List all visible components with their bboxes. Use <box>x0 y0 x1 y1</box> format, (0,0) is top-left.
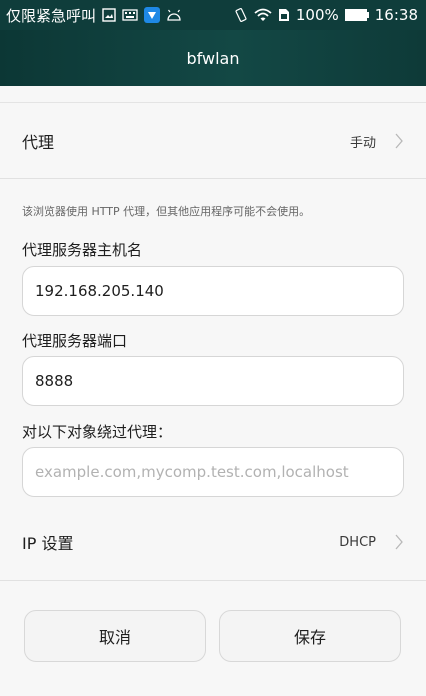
host-input[interactable]: 192.168.205.140 <box>22 266 404 316</box>
page-title: bfwlan <box>186 48 240 68</box>
ip-settings-value: DHCP <box>339 534 376 550</box>
battery-percent: 100% <box>295 6 339 24</box>
save-button[interactable]: 保存 <box>219 610 401 662</box>
proxy-settings-panel: 代理 手动 该浏览器使用 HTTP 代理，但其他应用程序可能不会使用。 代理服务… <box>0 86 426 696</box>
battery-icon <box>344 9 369 21</box>
divider <box>0 580 426 581</box>
port-label: 代理服务器端口 <box>22 332 128 350</box>
status-left-text: 仅限紧急呼叫 <box>6 6 97 25</box>
title-bar: bfwlan <box>0 30 426 86</box>
ip-settings-label: IP 设置 <box>22 534 74 553</box>
clock: 16:38 <box>374 6 418 24</box>
cancel-button[interactable]: 取消 <box>24 610 206 662</box>
proxy-row[interactable]: 代理 手动 <box>0 103 426 179</box>
ip-settings-row[interactable]: IP 设置 DHCP <box>0 504 426 580</box>
top-strip <box>0 86 426 103</box>
sim-icon <box>278 8 290 22</box>
divider <box>0 178 426 179</box>
proxy-value: 手动 <box>349 135 376 151</box>
port-input[interactable]: 8888 <box>22 356 404 406</box>
android-icon <box>166 9 182 21</box>
wifi-icon <box>254 8 272 22</box>
chevron-right-icon <box>394 534 404 550</box>
bypass-label: 对以下对象绕过代理： <box>22 423 173 441</box>
proxy-note: 该浏览器使用 HTTP 代理，但其他应用程序可能不会使用。 <box>22 205 311 218</box>
proxy-label: 代理 <box>22 133 55 152</box>
app-notification-icon <box>144 7 161 23</box>
bypass-input[interactable]: example.com,mycomp.test.com,localhost <box>22 447 404 497</box>
status-bar: 仅限紧急呼叫 100% 16:38 <box>0 0 426 30</box>
vibrate-icon <box>234 8 248 22</box>
host-label: 代理服务器主机名 <box>22 241 143 259</box>
image-icon <box>102 8 116 22</box>
chevron-right-icon <box>394 133 404 149</box>
keyboard-icon <box>122 9 138 21</box>
